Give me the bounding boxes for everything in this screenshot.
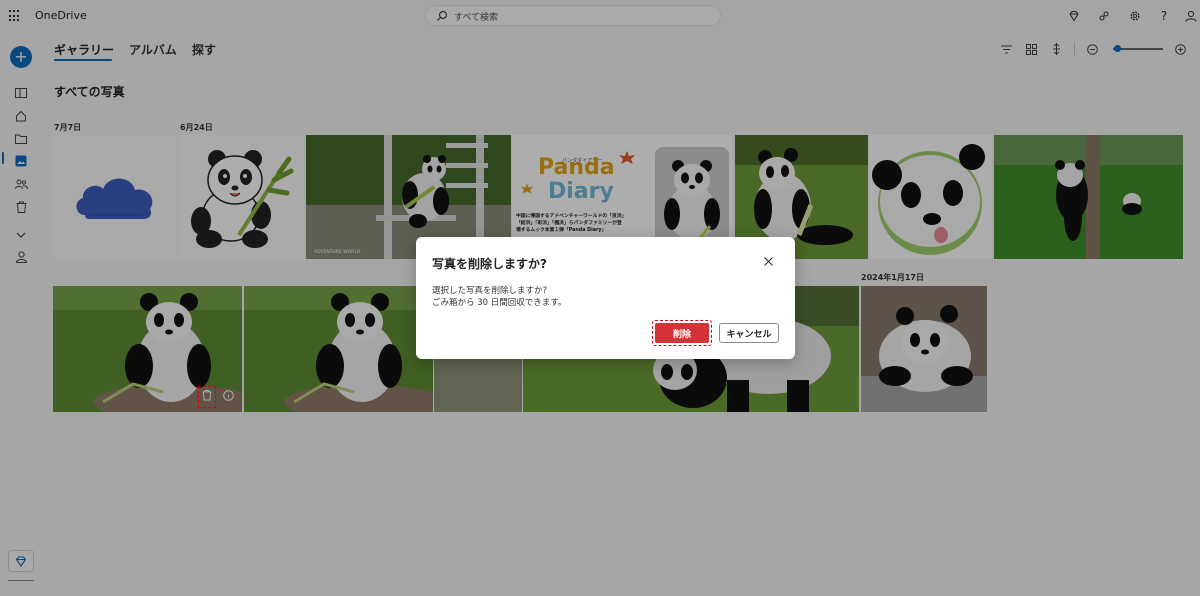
dialog-title: 写真を削除しますか? <box>432 257 547 271</box>
cancel-button[interactable]: キャンセル <box>719 323 779 343</box>
delete-confirm-dialog: 写真を削除しますか? 選択した写真を削除しますか? ごみ箱から 30 日間回収で… <box>416 237 795 359</box>
dialog-message-line2: ごみ箱から 30 日間回収できます。 <box>432 298 567 308</box>
delete-button[interactable]: 削除 <box>655 323 709 343</box>
close-icon[interactable] <box>762 255 774 267</box>
dialog-message-line1: 選択した写真を削除しますか? <box>432 286 548 296</box>
trash-highlight <box>198 386 216 408</box>
delete-button-highlight: 削除 <box>652 320 712 346</box>
